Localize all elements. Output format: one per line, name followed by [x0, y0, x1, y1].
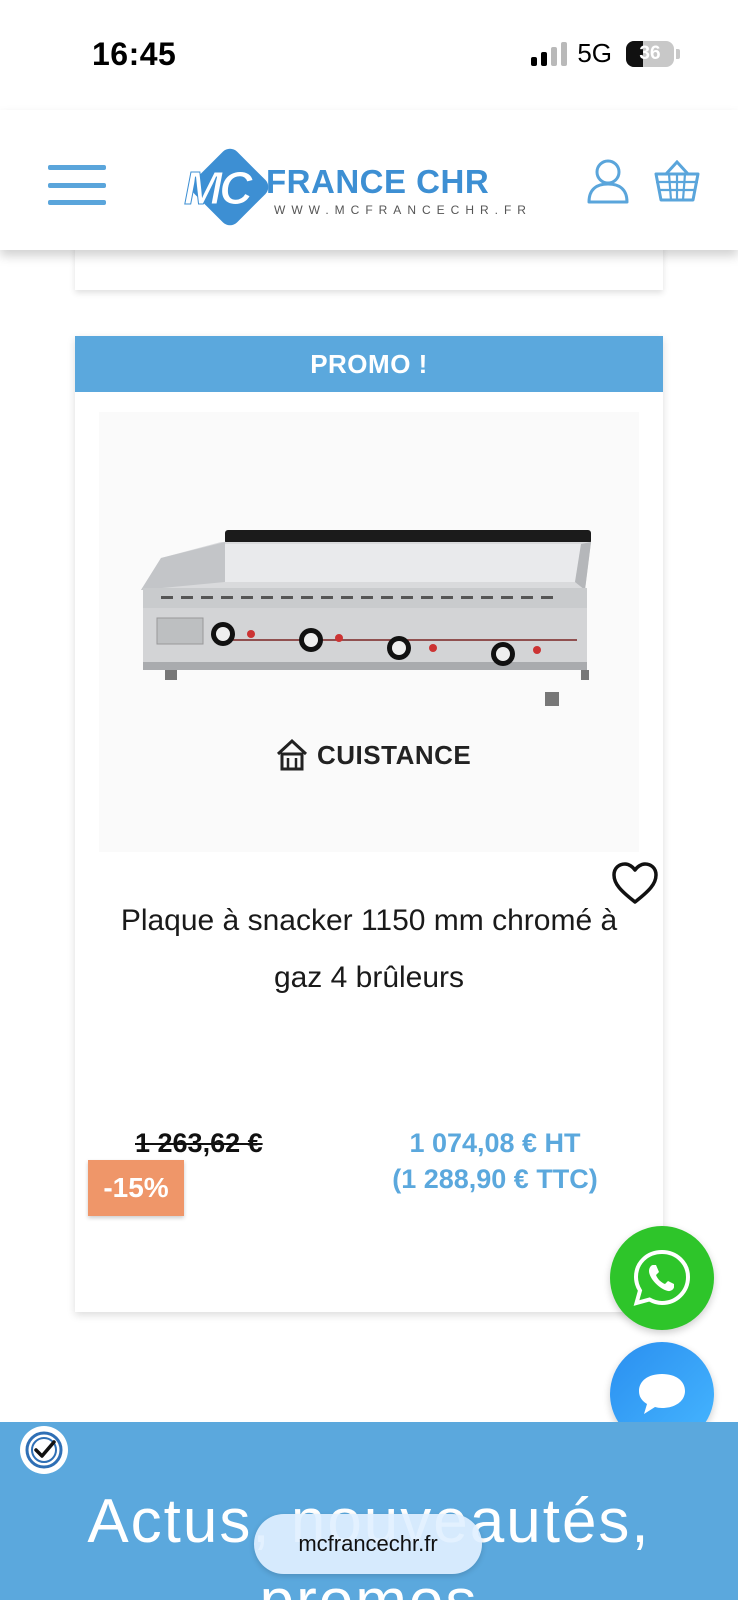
whatsapp-button[interactable]: [610, 1226, 714, 1330]
chat-bubble-icon: [639, 1374, 685, 1414]
brand-name: CUISTANCE: [317, 739, 472, 770]
product-card[interactable]: PROMO ! CUISTANCE Plaque à snacker 1150 …: [75, 336, 663, 1312]
logo-mark: MC: [184, 162, 254, 215]
price-ht: 1 074,08 € HT: [409, 1128, 581, 1158]
product-title[interactable]: Plaque à snacker 1150 mm chromé à gaz 4 …: [95, 892, 643, 1006]
price-ttc: (1 288,90 € TTC): [392, 1164, 598, 1194]
brand-icon: [276, 738, 308, 771]
site-logo[interactable]: MC FRANCE CHR WWW.MCFRANCECHR.FR: [184, 143, 556, 231]
network-type: 5G: [577, 38, 612, 68]
site-header: MC FRANCE CHR WWW.MCFRANCECHR.FR: [0, 110, 738, 250]
whatsapp-icon: [633, 1249, 691, 1306]
status-time: 16:45: [92, 36, 177, 72]
brand-logo: CUISTANCE: [275, 738, 471, 772]
verified-badge-icon[interactable]: [20, 1426, 68, 1474]
signal-icon: [531, 41, 568, 66]
basket-icon[interactable]: [654, 159, 700, 202]
battery-level: 36: [639, 42, 661, 64]
battery-icon: 36: [626, 40, 674, 67]
discount-badge: -15%: [88, 1160, 184, 1216]
menu-icon[interactable]: [48, 165, 106, 205]
promo-badge: PROMO !: [75, 336, 663, 392]
griddle-image: [141, 530, 591, 706]
logo-url: WWW.MCFRANCECHR.FR: [274, 203, 532, 217]
product-image[interactable]: CUISTANCE: [99, 412, 639, 852]
logo-name: FRANCE CHR: [266, 163, 490, 200]
status-indicators: 5G 36: [531, 38, 680, 69]
browser-url-bar[interactable]: mcfrancechr.fr: [254, 1514, 482, 1574]
status-bar: 16:45 5G 36: [0, 0, 738, 110]
old-price: 1 263,62 €: [135, 1128, 263, 1158]
account-icon[interactable]: [586, 158, 630, 204]
